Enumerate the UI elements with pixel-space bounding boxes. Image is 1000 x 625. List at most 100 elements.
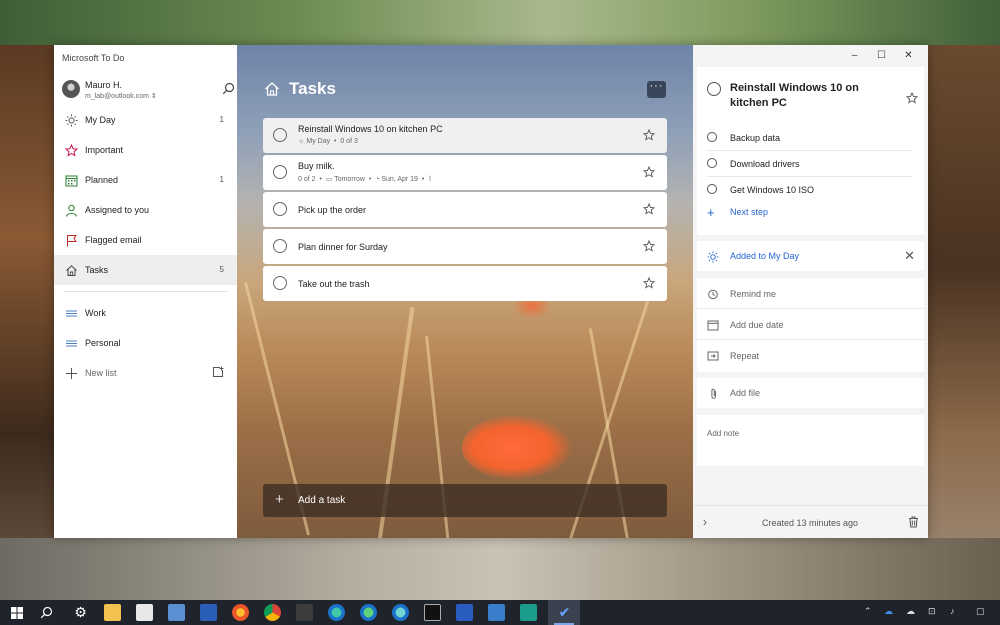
step-label: Backup data bbox=[730, 133, 781, 143]
desktop-wallpaper-right bbox=[928, 45, 1000, 600]
step-item[interactable]: Download drivers bbox=[707, 151, 912, 177]
profile[interactable]: Mauro H. m_lab@outlook.com ⇕ bbox=[62, 79, 235, 103]
task-complete-checkbox[interactable] bbox=[273, 239, 287, 253]
added-to-my-day-row[interactable]: Added to My Day ✕ bbox=[697, 241, 924, 271]
repeat-row[interactable]: Repeat bbox=[697, 340, 924, 371]
step-item[interactable]: Backup data bbox=[707, 125, 912, 151]
list-icon bbox=[64, 306, 78, 320]
cloud-icon[interactable]: ☁ bbox=[906, 606, 915, 617]
hide-detail-button[interactable]: › bbox=[703, 515, 707, 529]
photo-viewer-app-icon[interactable] bbox=[488, 604, 505, 621]
step-checkbox[interactable] bbox=[707, 132, 717, 142]
sidebar-item-planned[interactable]: Planned 1 bbox=[54, 165, 237, 195]
taskbar-search-button[interactable] bbox=[40, 606, 53, 624]
sidebar-item-label: Assigned to you bbox=[85, 205, 150, 215]
task-row[interactable]: Plan dinner for Surday bbox=[263, 229, 667, 264]
step-item[interactable]: Get Windows 10 ISO bbox=[707, 177, 912, 203]
close-button[interactable]: ✕ bbox=[895, 49, 922, 63]
task-complete-checkbox[interactable] bbox=[273, 202, 287, 216]
star-icon bbox=[64, 143, 78, 157]
add-file-row[interactable]: Add file bbox=[697, 378, 924, 408]
repeat-label: Repeat bbox=[730, 351, 760, 361]
remove-my-day-button[interactable]: ✕ bbox=[904, 248, 915, 264]
maximize-button[interactable]: ☐ bbox=[868, 49, 895, 63]
sidebar-item-count: 1 bbox=[219, 175, 224, 184]
sidebar-item-tasks[interactable]: Tasks 5 bbox=[54, 255, 237, 285]
store-app-icon[interactable] bbox=[136, 604, 153, 621]
star-icon[interactable] bbox=[642, 239, 656, 257]
star-icon[interactable] bbox=[642, 165, 656, 183]
detail-complete-checkbox[interactable] bbox=[707, 82, 721, 96]
task-complete-checkbox[interactable] bbox=[273, 128, 287, 142]
person-icon bbox=[64, 203, 78, 217]
todo-app-icon[interactable]: ✔ bbox=[556, 604, 573, 621]
star-icon[interactable] bbox=[642, 276, 656, 294]
chrome-app-icon[interactable] bbox=[264, 604, 281, 621]
more-options-button[interactable]: ··· bbox=[647, 81, 666, 98]
edge-app-icon[interactable] bbox=[328, 604, 345, 621]
notification-icon[interactable]: ▢ bbox=[976, 606, 985, 617]
sidebar: Microsoft To Do Mauro H. m_lab@outlook.c… bbox=[54, 45, 237, 538]
avatar[interactable] bbox=[62, 80, 80, 98]
home-icon bbox=[64, 263, 78, 277]
file-explorer-app-icon[interactable] bbox=[104, 604, 121, 621]
star-icon[interactable] bbox=[642, 128, 656, 146]
edge-dev-app-icon[interactable] bbox=[392, 604, 409, 621]
detail-task-title[interactable]: Reinstall Windows 10 on kitchen PC bbox=[730, 81, 890, 111]
new-list-button[interactable]: New list bbox=[54, 358, 237, 388]
task-list: Reinstall Windows 10 on kitchen PC ☼ My … bbox=[263, 118, 667, 303]
network-icon[interactable]: ⊡ bbox=[928, 606, 936, 617]
next-step-button[interactable]: + Next step bbox=[707, 205, 768, 220]
powershell-app-icon[interactable] bbox=[456, 604, 473, 621]
command-prompt-app-icon[interactable] bbox=[424, 604, 441, 621]
profile-email-text: m_lab@outlook.com bbox=[85, 93, 149, 100]
sidebar-item-label: Tasks bbox=[85, 265, 109, 275]
task-list-pane: Tasks ··· Reinstall Windows 10 on kitche… bbox=[237, 45, 693, 538]
word-app-icon[interactable] bbox=[200, 604, 217, 621]
star-icon[interactable] bbox=[642, 202, 656, 220]
task-detail-pane: – ☐ ✕ Reinstall Windows 10 on kitchen PC… bbox=[693, 45, 928, 538]
volume-icon[interactable]: ♪ bbox=[950, 606, 955, 616]
profile-email: m_lab@outlook.com ⇕ bbox=[85, 92, 157, 100]
next-step-label: Next step bbox=[730, 207, 769, 217]
task-complete-checkbox[interactable] bbox=[273, 276, 287, 290]
edge-beta-app-icon[interactable] bbox=[360, 604, 377, 621]
task-complete-checkbox[interactable] bbox=[273, 165, 287, 179]
desktop-wallpaper-bottom bbox=[0, 538, 1000, 600]
onedrive-icon[interactable]: ☁ bbox=[884, 606, 893, 617]
firefox-app-icon[interactable] bbox=[232, 604, 249, 621]
settings-app-icon[interactable]: ⚙ bbox=[72, 604, 89, 621]
minimize-button[interactable]: – bbox=[841, 49, 868, 63]
background-flower bbox=[462, 415, 572, 480]
sidebar-item-work[interactable]: Work bbox=[54, 298, 237, 328]
sidebar-item-important[interactable]: Important bbox=[54, 135, 237, 165]
task-row[interactable]: Pick up the order bbox=[263, 192, 667, 227]
search-button[interactable] bbox=[222, 82, 236, 96]
task-row[interactable]: Buy milk. 0 of 2 • ▭ Tomorrow • ◔ Sun, A… bbox=[263, 155, 667, 190]
sidebar-item-assigned[interactable]: Assigned to you bbox=[54, 195, 237, 225]
photos-app-icon[interactable] bbox=[168, 604, 185, 621]
sidebar-item-label: My Day bbox=[85, 115, 116, 125]
new-group-button[interactable] bbox=[212, 366, 224, 380]
cube-app-icon[interactable] bbox=[520, 604, 537, 621]
remind-me-row[interactable]: Remind me bbox=[697, 278, 924, 309]
task-row[interactable]: Take out the trash bbox=[263, 266, 667, 301]
add-due-date-row[interactable]: Add due date bbox=[697, 309, 924, 340]
sidebar-item-flagged[interactable]: Flagged email bbox=[54, 225, 237, 255]
sidebar-item-personal[interactable]: Personal bbox=[54, 328, 237, 358]
task-row[interactable]: Reinstall Windows 10 on kitchen PC ☼ My … bbox=[263, 118, 667, 153]
add-note-field[interactable]: Add note bbox=[697, 415, 924, 466]
reminder-icon: ◔ bbox=[375, 176, 380, 183]
start-button[interactable] bbox=[11, 606, 23, 619]
terminal-app-icon[interactable] bbox=[296, 604, 313, 621]
show-hidden-icons-button[interactable]: ⌃ bbox=[864, 606, 872, 617]
sidebar-item-my-day[interactable]: My Day 1 bbox=[54, 105, 237, 135]
schedule-options: Remind me Add due date Repeat bbox=[697, 278, 924, 372]
sun-icon: ☼ bbox=[298, 138, 305, 145]
step-checkbox[interactable] bbox=[707, 184, 717, 194]
account-switch-icon[interactable]: ⇕ bbox=[151, 93, 157, 100]
add-task-input[interactable]: + Add a task bbox=[263, 484, 667, 517]
delete-task-button[interactable] bbox=[908, 515, 919, 533]
star-icon[interactable] bbox=[905, 91, 919, 109]
step-checkbox[interactable] bbox=[707, 158, 717, 168]
